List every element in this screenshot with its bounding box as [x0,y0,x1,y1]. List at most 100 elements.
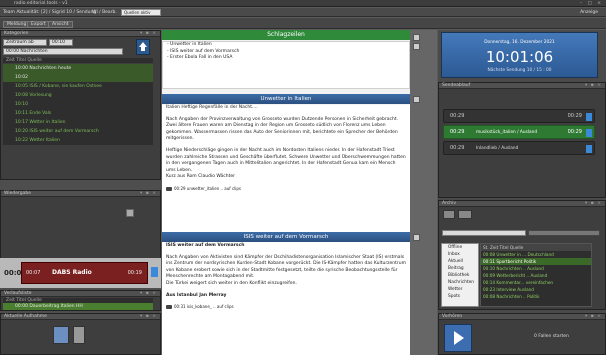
tree-item[interactable]: Wetter [442,286,478,293]
tree-item[interactable]: Spots [442,293,478,300]
table-row[interactable]: 00:11 Sportbericht Politik [481,258,591,265]
table-row[interactable]: 00:08 Unwetter in ... Deutschland [481,251,591,258]
player-card[interactable]: 00:07 DABS Radio 00:19 [21,262,148,284]
tree-item[interactable]: Nachrichten [442,279,478,286]
play-arrow-icon[interactable] [586,145,592,153]
panel-title: Aktuelle Aufnahme [4,314,47,319]
article-text[interactable]: Italien Heftige Regenfälle in der Nacht.… [162,105,410,245]
search-icon[interactable] [458,210,472,219]
toolbar-item-context[interactable]: Team Aktualität: [2] / Sigrid 10 / Sendu… [3,10,96,15]
clock-date: Donnerstag, 16. Dezember 2021 [484,40,555,45]
refresh-icon[interactable] [443,210,455,219]
panel-header: Kategorien ▾ ▪ × [1,31,160,37]
scroll-handle[interactable] [126,209,134,217]
format-icon[interactable] [413,234,420,241]
player-end-time: 00:19 [127,270,142,276]
item-start: 00:29 [450,129,465,135]
upload-icon [139,42,147,51]
panel-header: Sendeablauf ▾ ▪ × [439,83,605,89]
tree-item[interactable]: Offline [442,244,478,251]
panel-controls[interactable]: ▾ ▪ × [585,83,602,88]
toolbar-view[interactable]: Anzeige [580,10,598,15]
recording-panel: Aktuelle Aufnahme ▾ ▪ × [0,313,161,355]
audio-clip[interactable]: 00:29 unwetter_italien .. auf clips [166,186,406,193]
tree-item[interactable]: Bibliothek [442,272,478,279]
item-title: musikstück_italien / Ausland [476,130,538,135]
history-panel: Verlaufsliste ▾ ▪ × Zeit Titel Quelle 00… [0,290,161,311]
section-title-bar: Unwetter in Italien [162,94,410,104]
toolbar-item-edit[interactable]: Wl / Bearb. [92,10,117,15]
article-text[interactable]: ISIS weiter auf dem Vormarsch Nach Angab… [162,243,410,355]
item-title: Inlandlieb / Ausland [476,146,519,151]
clock-time: 10:01:06 [485,48,554,66]
left-sidebar: Kategorien ▾ ▪ × Zeitraum ab 00:10 00:00… [0,30,161,355]
panel-controls[interactable]: ▾ ▪ × [140,291,157,296]
list-item[interactable]: 10:11 Ende Vals [3,109,153,118]
table-row[interactable]: 00:14 Kommentar... vereinfachen [481,279,591,286]
format-icon[interactable] [413,43,420,50]
tree-item[interactable]: Inbox [442,251,478,258]
menu-bar: Meldung Export Ansicht [0,18,606,29]
article-paragraph: Nach Angaben der Provinzverwaltung von G… [166,116,399,142]
menu-ansicht[interactable]: Ansicht [48,21,73,28]
section-title-bar: ISIS weiter auf dem Vormarsch [162,232,410,242]
panel-controls[interactable]: ▾ ▪ × [140,31,157,36]
settings-icon[interactable] [73,326,85,344]
list-item[interactable]: 10:20 ISIS weiter auf dem Vormarsch [3,127,153,136]
panel-controls[interactable]: ▾ ▪ × [585,314,602,319]
from-field[interactable]: Zeitraum ab [3,39,47,46]
play-arrow-icon[interactable] [151,267,158,277]
record-icon[interactable] [53,326,69,344]
clock-next: Nächste Sendung 10 / 15 : 00 [487,68,552,73]
upload-button[interactable] [136,39,150,55]
panel-controls[interactable]: ▾ ▪ × [140,191,157,196]
table-row[interactable]: 00:09 Wetterbericht .. Ausland [481,272,591,279]
player-name: DABS Radio [52,269,92,276]
panel-header: Vorhören ▾ ▪ × [439,314,605,320]
play-arrow-icon[interactable] [586,129,592,137]
player-start-time: 00:07 [26,270,41,276]
headline-list[interactable]: - Unwetter in Italien - ISIS weiter auf … [162,41,410,89]
list-item[interactable]: 10:05 ISIS / Kobane, sie kaufen Ostsee [3,82,153,91]
play-arrow-icon[interactable] [586,113,592,121]
source-select[interactable]: Quellen aktiv [121,9,161,16]
playlist-item[interactable]: 00:29 Inlandlieb / Ausland [443,141,595,155]
list-item[interactable]: 10:08 Vorlesung [3,91,153,100]
playlist-item[interactable]: 00:29 musikstück_italien / Ausland 00:29 [443,125,595,139]
list-item[interactable]: 00:00 Dauerbeitrag Italien HH [3,303,153,310]
playlist-item[interactable]: 00:29 00:29 [443,109,595,123]
search-input[interactable]: 00:00 Nachrichten [3,48,123,55]
menu-export[interactable]: Export [27,21,50,28]
list-item[interactable]: 10:02 [3,73,153,82]
format-icon[interactable] [413,34,420,41]
format-icon[interactable] [413,96,420,103]
tree-item[interactable]: Beitrag [442,265,478,272]
toolbar: Team Aktualität: [2] / Sigrid 10 / Sendu… [0,8,606,17]
list-item[interactable]: 10:00 Nachrichten heute [3,64,153,73]
table-row[interactable]: 00:08 Nachrichten .. Politik [481,293,591,300]
table-row[interactable]: 00:23 Interview Ausland [481,286,591,293]
audio-clip[interactable]: 00:31 isis_kobane_ .. auf clips [166,304,406,311]
preview-play-button[interactable] [444,324,472,352]
title-bar: radio.editorial.tools - v1 – □ × [0,0,606,7]
panel-title: Kategorien [4,31,29,36]
mini-player[interactable]: 00:07 00:07 DABS Radio 00:19 [0,258,161,288]
article-paragraph: Die Türkei weigert sich weiter in den Ko… [166,280,297,286]
headline-item[interactable]: - Unwetter in Italien [167,42,405,49]
archive-search-input[interactable] [442,230,526,236]
list-item[interactable]: 10:22 Wetter Italien [3,136,153,145]
item-start: 00:29 [450,145,465,151]
panel-controls[interactable]: ▾ ▪ × [585,201,602,206]
table-row[interactable]: 00:10 Nachrichten .. Ausland [481,265,591,272]
archive-filter[interactable] [528,230,600,236]
time-field[interactable]: 00:10 [49,39,73,46]
panel-controls[interactable]: ▾ ▪ × [140,314,157,319]
list-item[interactable]: 10:10 [3,100,153,109]
play-icon [454,331,464,345]
list-item[interactable]: 10:17 Wetter in Italien [3,118,153,127]
window-controls[interactable]: – □ × [580,1,603,6]
list-header: Zeit Titel Quelle [3,58,153,63]
tree-item[interactable]: Aktuell [442,258,478,265]
main-editor: Schlagzeilen - Unwetter in Italien - ISI… [162,30,437,355]
headline-item[interactable]: - Erster Ebola Fall in den USA [167,55,405,62]
